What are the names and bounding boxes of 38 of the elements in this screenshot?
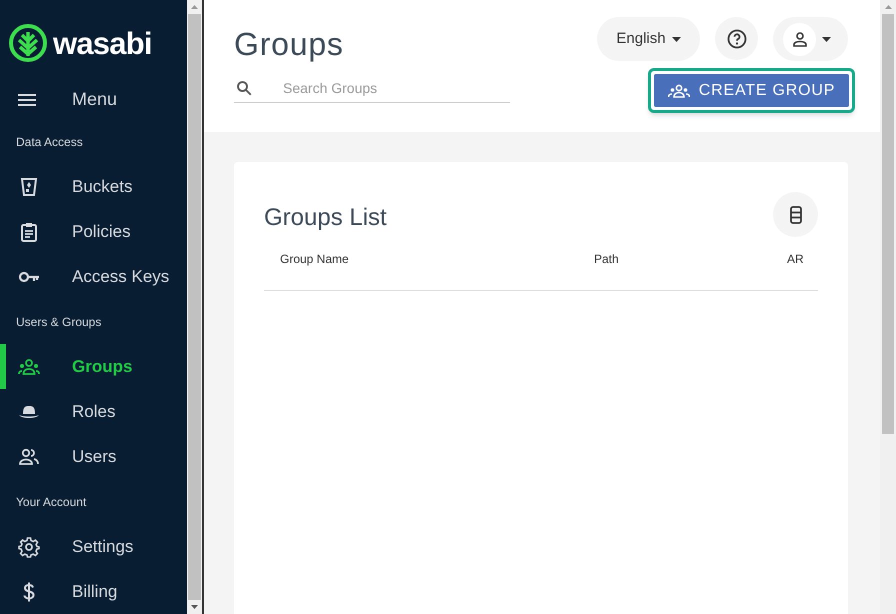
settings-icon	[18, 536, 40, 558]
column-header: Path	[594, 251, 619, 268]
card-title: Groups List	[264, 203, 387, 233]
section-heading: Users & Groups	[16, 314, 102, 330]
help-icon	[726, 28, 746, 48]
sidebar-scrollbar[interactable]	[187, 0, 204, 614]
columns-button[interactable]	[773, 192, 818, 237]
nav-item[interactable]: Buckets	[0, 164, 187, 209]
scroll-down-icon[interactable]	[191, 605, 198, 609]
bucket-icon	[18, 176, 40, 198]
section-heading: Data Access	[16, 134, 83, 150]
column-header: Group Name	[280, 251, 349, 268]
columns-icon	[790, 206, 802, 224]
caret-icon	[822, 36, 831, 42]
menu-label[interactable]: Menu	[72, 86, 118, 114]
nav-item[interactable]: Roles	[0, 389, 187, 434]
create-group-button[interactable]: CREATE GROUP	[648, 68, 855, 113]
section-heading: Your Account	[16, 494, 86, 510]
page-title: Groups	[234, 25, 344, 64]
help-button[interactable]	[715, 17, 758, 60]
menu-icon[interactable]	[18, 92, 36, 107]
search-field[interactable]: Search Groups	[283, 78, 483, 98]
search-icon	[235, 79, 253, 97]
nav-item[interactable]: Users	[0, 434, 187, 479]
language-dropdown[interactable]: English	[597, 17, 700, 61]
nav-item[interactable]: Billing	[0, 569, 187, 614]
clipboard-icon	[18, 220, 40, 242]
nav-item[interactable]: Policies	[0, 209, 187, 254]
logo-text: wasabi	[53, 28, 152, 59]
column-header: AR	[787, 251, 804, 268]
account-button[interactable]	[773, 17, 848, 61]
logo-icon	[9, 24, 47, 62]
nav-item[interactable]: Settings	[0, 524, 187, 569]
avatar-icon	[783, 22, 816, 56]
group-icon	[668, 84, 690, 98]
nav-item[interactable]: Access Keys	[0, 254, 187, 299]
page-scrollbar[interactable]	[880, 0, 896, 614]
caret-icon	[672, 36, 681, 42]
